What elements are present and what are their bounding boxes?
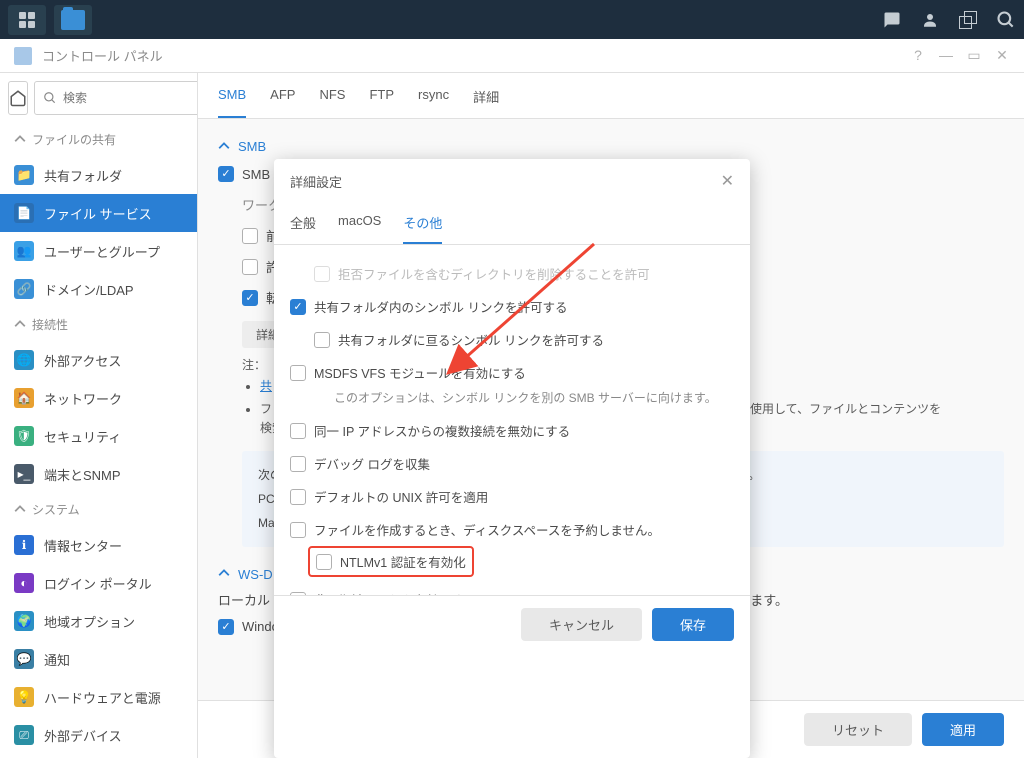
tabs: SMB AFP NFS FTP rsync 詳細 (198, 73, 1024, 119)
checkbox-transfer[interactable]: ✓ (242, 290, 258, 306)
checkbox-unix-perm[interactable] (290, 489, 306, 505)
sidebar-item-external-access[interactable]: 🌐外部アクセス (0, 341, 197, 379)
home-button[interactable] (8, 81, 28, 115)
sidebar-item-info-center[interactable]: ℹ情報センター (0, 526, 197, 564)
section-system[interactable]: システム (0, 493, 197, 526)
checkbox-no-reserve[interactable] (290, 522, 306, 538)
portal-icon: ◐ (14, 573, 34, 593)
window-title: コントロール パネル (42, 46, 163, 65)
ntlmv1-highlight: NTLMv1 認証を有効化 (308, 546, 474, 577)
apply-button[interactable]: 適用 (922, 713, 1004, 746)
windows-checkbox[interactable]: ✓ (218, 619, 234, 635)
search-input[interactable] (34, 81, 198, 115)
dialog-title: 詳細設定 (290, 172, 342, 191)
folder-icon: 📁 (14, 165, 34, 185)
checkbox-symlink-cross[interactable] (314, 332, 330, 348)
widgets-icon[interactable] (958, 10, 978, 30)
tab-ftp[interactable]: FTP (369, 87, 394, 118)
dialog-save-button[interactable]: 保存 (652, 608, 734, 641)
checkbox-debug-log[interactable] (290, 456, 306, 472)
sidebar-item-external-devices[interactable]: ⎚外部デバイス (0, 716, 197, 754)
sidebar-item-shared-folder[interactable]: 📁共有フォルダ (0, 156, 197, 194)
shield-icon: 🛡 (14, 426, 34, 446)
dialog-cancel-button[interactable]: キャンセル (521, 608, 642, 641)
smb-section-header[interactable]: SMB (218, 135, 1004, 158)
chat-icon[interactable] (882, 10, 902, 30)
folder-icon (61, 10, 85, 30)
domain-icon: 🔗 (14, 279, 34, 299)
checkbox-msdfs[interactable] (290, 365, 306, 381)
enable-smb-checkbox[interactable]: ✓ (218, 166, 234, 182)
main-menu-button[interactable] (8, 5, 46, 35)
section-connectivity[interactable]: 接続性 (0, 308, 197, 341)
modal-tab-macos[interactable]: macOS (338, 203, 381, 244)
checkbox-symlink-allow[interactable]: ✓ (290, 299, 306, 315)
info-icon: ℹ (14, 535, 34, 555)
checkbox-allow[interactable] (242, 259, 258, 275)
window-title-bar: コントロール パネル ? — ▭ ✕ (0, 39, 1024, 73)
dialog-close-button[interactable]: ✕ (721, 171, 734, 191)
sidebar-item-notification[interactable]: 💬通知 (0, 640, 197, 678)
taskbar (0, 0, 1024, 39)
sidebar-item-domain-ldap[interactable]: 🔗ドメイン/LDAP (0, 270, 197, 308)
globe-icon: 🌍 (14, 611, 34, 631)
sidebar-item-file-services[interactable]: 📄ファイル サービス (0, 194, 197, 232)
search-field[interactable] (63, 91, 198, 105)
tab-nfs[interactable]: NFS (319, 87, 345, 118)
checkbox-same-ip[interactable] (290, 423, 306, 439)
maximize-button[interactable]: ▭ (966, 47, 982, 64)
users-icon: 👥 (14, 241, 34, 261)
note-link1[interactable]: 共 (260, 379, 272, 393)
sidebar-item-update-restore[interactable]: ↻更新と復元 (0, 754, 197, 758)
sidebar-item-regional[interactable]: 🌍地域オプション (0, 602, 197, 640)
terminal-icon: ▸_ (14, 464, 34, 484)
sidebar-item-security[interactable]: 🛡セキュリティ (0, 417, 197, 455)
tab-rsync[interactable]: rsync (418, 87, 449, 118)
file-icon: 📄 (14, 203, 34, 223)
modal-tab-other[interactable]: その他 (403, 203, 442, 244)
checkbox-prev[interactable] (242, 228, 258, 244)
tab-afp[interactable]: AFP (270, 87, 295, 118)
sidebar-item-login-portal[interactable]: ◐ログイン ポータル (0, 564, 197, 602)
sidebar: ファイルの共有 📁共有フォルダ 📄ファイル サービス 👥ユーザーとグループ 🔗ド… (0, 73, 198, 758)
modal-tab-general[interactable]: 全般 (290, 203, 316, 244)
control-panel-icon (14, 47, 32, 65)
help-button[interactable]: ? (910, 47, 926, 64)
search-icon[interactable] (996, 10, 1016, 30)
reset-button[interactable]: リセット (804, 713, 912, 746)
globe-icon: 🌐 (14, 350, 34, 370)
network-icon: 🏠 (14, 388, 34, 408)
tab-advanced[interactable]: 詳細 (473, 87, 499, 118)
sidebar-item-network[interactable]: 🏠ネットワーク (0, 379, 197, 417)
close-button[interactable]: ✕ (994, 47, 1010, 64)
tab-smb[interactable]: SMB (218, 87, 246, 118)
bell-icon: 💬 (14, 649, 34, 669)
task-app-button[interactable] (54, 5, 92, 35)
user-icon[interactable] (920, 10, 940, 30)
sidebar-item-terminal-snmp[interactable]: ▸_端末とSNMP (0, 455, 197, 493)
checkbox-ntlmv1[interactable] (316, 554, 332, 570)
bulb-icon: 💡 (14, 687, 34, 707)
section-file-sharing[interactable]: ファイルの共有 (0, 123, 197, 156)
device-icon: ⎚ (14, 725, 34, 745)
grid-icon (19, 12, 35, 28)
minimize-button[interactable]: — (938, 47, 954, 64)
sidebar-item-hardware-power[interactable]: 💡ハードウェアと電源 (0, 678, 197, 716)
sidebar-item-users-groups[interactable]: 👥ユーザーとグループ (0, 232, 197, 270)
advanced-settings-dialog: 詳細設定 ✕ 全般 macOS その他 拒否ファイルを含むディレクトリを削除する… (274, 159, 750, 758)
checkbox-deny-delete (314, 266, 330, 282)
